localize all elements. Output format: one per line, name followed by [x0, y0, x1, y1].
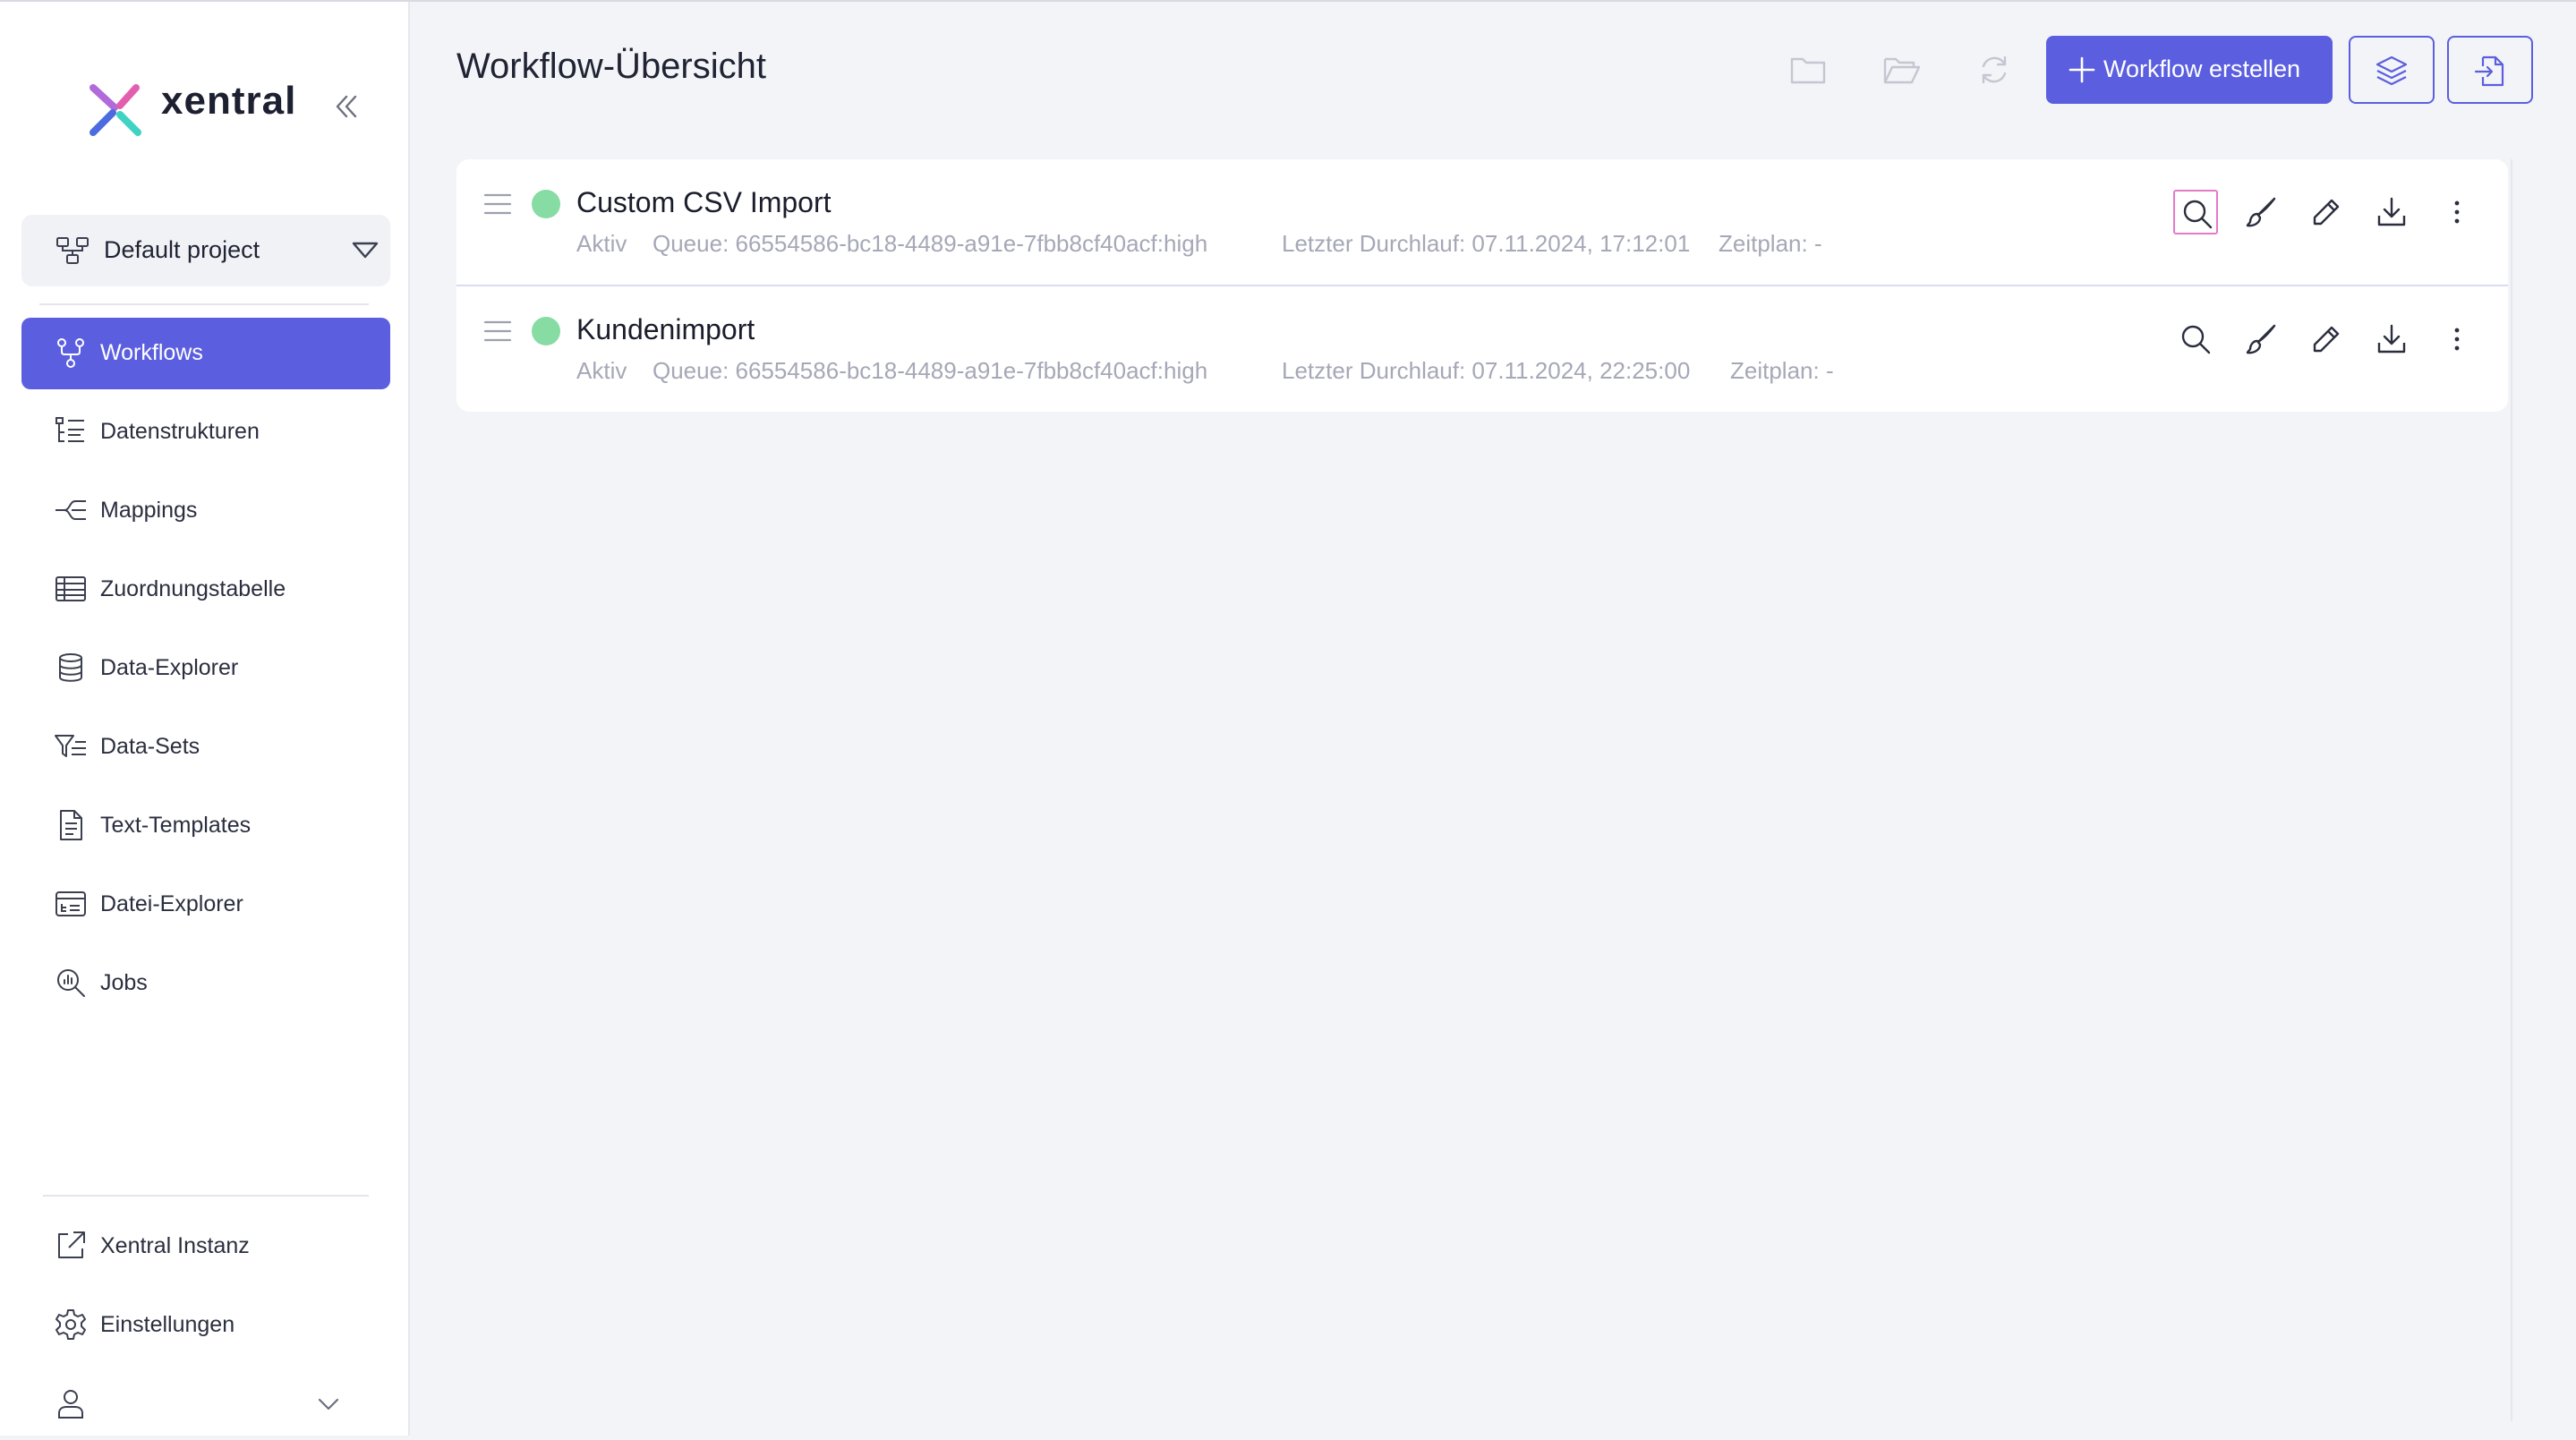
- download-button[interactable]: [2369, 190, 2414, 234]
- more-options-button[interactable]: [2435, 190, 2479, 234]
- status-indicator: [532, 190, 560, 218]
- create-workflow-button[interactable]: Workflow erstellen: [2046, 36, 2333, 104]
- filter-list-icon: [55, 735, 86, 757]
- workflow-name[interactable]: Custom CSV Import: [576, 186, 832, 219]
- sidebar-item-label: Jobs: [100, 970, 148, 995]
- drag-handle-icon[interactable]: [483, 192, 512, 217]
- sidebar-item-zuordnungstabelle[interactable]: Zuordnungstabelle: [21, 554, 390, 626]
- folder-open-icon[interactable]: [1881, 52, 1921, 88]
- download-icon: [2377, 324, 2406, 354]
- search-icon: [2183, 200, 2213, 229]
- sidebar-item-label: Datenstrukturen: [100, 419, 260, 444]
- sidebar-item-label: Xentral Instanz: [100, 1233, 250, 1258]
- edit-button[interactable]: [2304, 190, 2349, 234]
- workflow-schedule: Zeitplan: -: [1730, 357, 1834, 384]
- chevron-down-icon[interactable]: [315, 1394, 342, 1414]
- design-button[interactable]: [2239, 190, 2283, 234]
- sidebar-item-label: Workflows: [100, 340, 203, 365]
- sidebar-item-workflows[interactable]: Workflows: [21, 318, 390, 389]
- workflow-row[interactable]: Kundenimport Aktiv Queue: 66554586-bc18-…: [456, 286, 2508, 412]
- sidebar-item-datenstrukturen[interactable]: Datenstrukturen: [21, 396, 390, 468]
- brush-icon: [2246, 324, 2276, 354]
- collapse-sidebar-icon[interactable]: [331, 91, 362, 122]
- sidebar-item-label: Data-Explorer: [100, 655, 239, 680]
- page-title: Workflow-Übersicht: [456, 47, 766, 86]
- search-icon: [2181, 325, 2211, 354]
- brush-icon: [2246, 197, 2276, 227]
- search-button[interactable]: [2173, 317, 2218, 362]
- drag-handle-icon[interactable]: [483, 319, 512, 344]
- mapping-icon: [55, 500, 86, 520]
- document-icon: [60, 810, 82, 840]
- sidebar-item-label: Zuordnungstabelle: [100, 576, 286, 601]
- sidebar-item-jobs[interactable]: Jobs: [21, 948, 390, 1019]
- plus-icon: [2068, 56, 2095, 83]
- sidebar-item-einstellungen[interactable]: Einstellungen: [21, 1290, 390, 1361]
- status-indicator: [532, 317, 560, 345]
- xentral-logo-icon: [90, 84, 141, 136]
- workflow-status: Aktiv: [576, 357, 627, 384]
- sidebar-item-text-templates[interactable]: Text-Templates: [21, 790, 390, 862]
- layers-button[interactable]: [2349, 36, 2435, 104]
- sidebar-item-datei-explorer[interactable]: Datei-Explorer: [21, 869, 390, 941]
- layers-icon: [2376, 55, 2408, 86]
- sidebar-item-mappings[interactable]: Mappings: [21, 475, 390, 547]
- search-button[interactable]: [2173, 190, 2218, 234]
- chevron-down-icon: [352, 242, 379, 259]
- database-icon: [59, 653, 82, 682]
- workflow-name[interactable]: Kundenimport: [576, 313, 755, 346]
- download-icon: [2377, 197, 2406, 226]
- gear-icon: [55, 1309, 86, 1340]
- sidebar-item-data-explorer[interactable]: Data-Explorer: [21, 633, 390, 704]
- table-icon: [55, 576, 86, 601]
- pencil-icon: [2313, 326, 2340, 353]
- workflow-row[interactable]: Custom CSV Import Aktiv Queue: 66554586-…: [456, 159, 2508, 286]
- sidebar-item-label: Mappings: [100, 498, 198, 523]
- sidebar-item-label: Text-Templates: [100, 813, 252, 838]
- scrollbar[interactable]: [2511, 159, 2512, 1421]
- sidebar-item-label: Datei-Explorer: [100, 891, 243, 916]
- project-select[interactable]: Default project: [21, 215, 390, 286]
- workflow-schedule: Zeitplan: -: [1719, 230, 1822, 257]
- workflow-status: Aktiv: [576, 230, 627, 257]
- folder-icon[interactable]: [1788, 52, 1828, 88]
- file-import-icon: [2474, 55, 2504, 87]
- sidebar-item-xentral-instanz[interactable]: Xentral Instanz: [21, 1211, 390, 1282]
- file-explorer-icon: [55, 891, 86, 916]
- download-button[interactable]: [2369, 317, 2414, 362]
- jobs-search-icon: [57, 969, 85, 997]
- create-workflow-label: Workflow erstellen: [2103, 55, 2301, 82]
- import-button[interactable]: [2447, 36, 2533, 104]
- sidebar-item-label: Einstellungen: [100, 1312, 235, 1337]
- workflow-list: Custom CSV Import Aktiv Queue: 66554586-…: [456, 159, 2508, 412]
- refresh-icon[interactable]: [1975, 52, 2014, 88]
- workflow-last-run: Letzter Durchlauf: 07.11.2024, 22:25:00: [1282, 357, 1691, 384]
- more-options-button[interactable]: [2435, 317, 2479, 362]
- pencil-icon: [2313, 199, 2340, 226]
- external-link-icon: [58, 1231, 85, 1258]
- data-structure-icon: [55, 417, 84, 442]
- workflow-queue: Queue: 66554586-bc18-4489-a91e-7fbb8cf40…: [653, 230, 1208, 257]
- brand-name: xentral: [161, 79, 297, 123]
- workflow-last-run: Letzter Durchlauf: 07.11.2024, 17:12:01: [1282, 230, 1691, 257]
- sidebar-item-label: Data-Sets: [100, 734, 200, 759]
- sidebar: xentral Default project Workflows Datens…: [0, 2, 410, 1436]
- project-select-label: Default project: [104, 236, 260, 263]
- workflow-icon: [57, 338, 84, 368]
- user-icon: [58, 1390, 83, 1419]
- more-vertical-icon: [2454, 200, 2460, 224]
- sidebar-divider: [43, 1195, 369, 1197]
- edit-button[interactable]: [2304, 317, 2349, 362]
- workflow-queue: Queue: 66554586-bc18-4489-a91e-7fbb8cf40…: [653, 357, 1208, 384]
- design-button[interactable]: [2239, 317, 2283, 362]
- sidebar-divider: [39, 303, 369, 305]
- sidebar-item-data-sets[interactable]: Data-Sets: [21, 711, 390, 783]
- more-vertical-icon: [2454, 328, 2460, 351]
- project-structure-icon: [56, 237, 89, 264]
